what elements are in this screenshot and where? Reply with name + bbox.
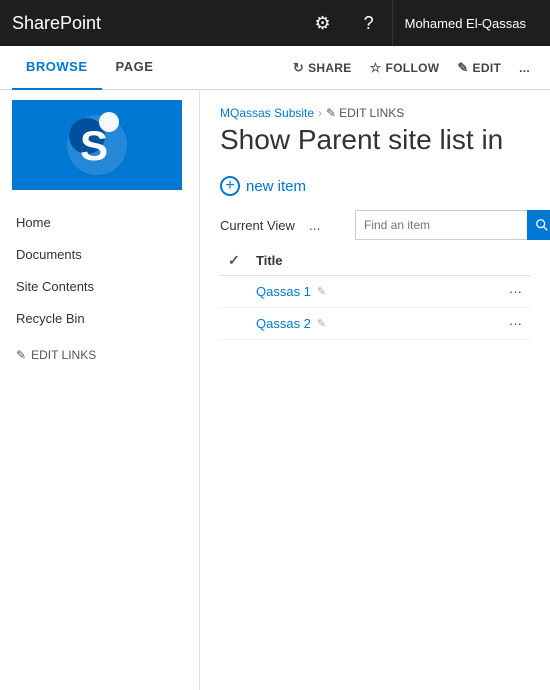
edit-icon: ✎ <box>457 60 468 76</box>
row-title-cell: Qassas 1 ✎ <box>248 276 459 308</box>
breadcrumb-site[interactable]: MQassas Subsite <box>220 106 314 120</box>
more-action[interactable]: ... <box>511 46 538 90</box>
col-actions <box>459 246 530 276</box>
item-edit-icon[interactable]: ✎ <box>317 317 326 330</box>
logo-wrapper: S <box>57 110 137 180</box>
help-icon: ? <box>364 13 374 34</box>
sub-nav-actions: ↻ SHARE ☆ FOLLOW ✎ EDIT ... <box>285 46 538 90</box>
current-view-button[interactable]: Current View <box>220 218 295 233</box>
row-check-cell <box>220 308 248 340</box>
settings-icon: ⚙ <box>315 13 331 34</box>
edit-links-icon: ✎ <box>326 106 336 120</box>
breadcrumb-separator: › <box>318 106 322 120</box>
search-icon <box>535 218 549 232</box>
main-layout: S Home Documents Site Contents Recycle B… <box>0 90 550 690</box>
search-box <box>355 210 530 240</box>
search-button[interactable] <box>527 210 550 240</box>
settings-button[interactable]: ⚙ <box>300 0 346 46</box>
new-item-plus-icon: + <box>220 176 240 196</box>
item-name[interactable]: Qassas 2 ✎ <box>256 316 451 331</box>
row-actions-menu[interactable]: ··· <box>459 308 530 340</box>
breadcrumb-edit-link[interactable]: ✎ EDIT LINKS <box>326 106 404 120</box>
content-area: MQassas Subsite › ✎ EDIT LINKS Show Pare… <box>200 90 550 690</box>
col-title: Title <box>248 246 459 276</box>
item-name[interactable]: Qassas 1 ✎ <box>256 284 451 299</box>
row-title-cell: Qassas 2 ✎ <box>248 308 459 340</box>
follow-action[interactable]: ☆ FOLLOW <box>362 46 448 90</box>
view-options-button[interactable]: ... <box>303 215 327 235</box>
pencil-icon: ✎ <box>16 348 26 362</box>
help-button[interactable]: ? <box>346 0 392 46</box>
site-logo: S <box>12 100 182 190</box>
row-actions-menu[interactable]: ··· <box>459 276 530 308</box>
row-check-cell <box>220 276 248 308</box>
follow-icon: ☆ <box>370 60 382 76</box>
item-edit-icon[interactable]: ✎ <box>317 285 326 298</box>
sub-nav-bar: BROWSE PAGE ↻ SHARE ☆ FOLLOW ✎ EDIT ... <box>0 46 550 90</box>
tab-page[interactable]: PAGE <box>102 46 168 90</box>
sidebar-edit-links[interactable]: ✎ EDIT LINKS <box>0 342 199 368</box>
sidebar-item-home[interactable]: Home <box>0 206 199 238</box>
table-row: Qassas 1 ✎ ··· <box>220 276 530 308</box>
top-bar-icons: ⚙ ? <box>300 0 392 46</box>
user-name: Mohamed El-Qassas <box>405 16 526 31</box>
sidebar-item-site-contents[interactable]: Site Contents <box>0 270 199 302</box>
table-row: Qassas 2 ✎ ··· <box>220 308 530 340</box>
sidebar: S Home Documents Site Contents Recycle B… <box>0 90 200 690</box>
page-title: Show Parent site list in <box>220 124 530 156</box>
edit-action[interactable]: ✎ EDIT <box>449 46 509 90</box>
search-input[interactable] <box>356 211 527 239</box>
tab-browse[interactable]: BROWSE <box>12 46 102 90</box>
list-table: ✓ Title Qassas 1 ✎ ··· Qassas 2 <box>220 246 530 340</box>
list-toolbar: Current View ... <box>220 210 530 240</box>
user-menu[interactable]: Mohamed El-Qassas <box>392 0 538 46</box>
breadcrumb: MQassas Subsite › ✎ EDIT LINKS <box>220 106 530 120</box>
top-bar: SharePoint ⚙ ? Mohamed El-Qassas <box>0 0 550 46</box>
col-check: ✓ <box>220 246 248 276</box>
share-action[interactable]: ↻ SHARE <box>285 46 360 90</box>
new-item-button[interactable]: + new item <box>220 176 530 196</box>
share-icon: ↻ <box>293 60 304 76</box>
sidebar-item-recycle-bin[interactable]: Recycle Bin <box>0 302 199 334</box>
brand-name: SharePoint <box>12 13 300 34</box>
sidebar-item-documents[interactable]: Documents <box>0 238 199 270</box>
sharepoint-logo-svg: S <box>57 110 137 180</box>
